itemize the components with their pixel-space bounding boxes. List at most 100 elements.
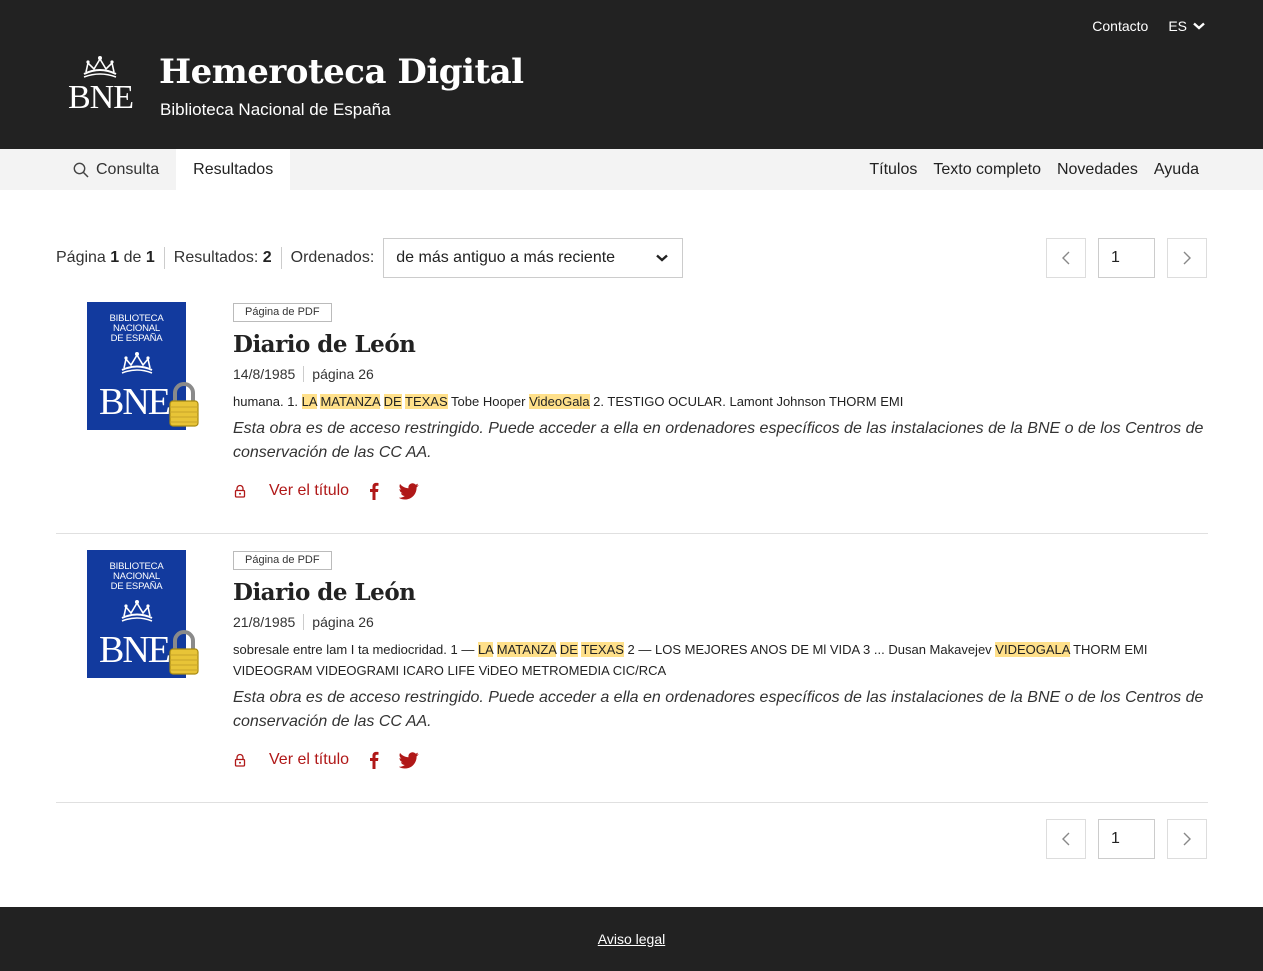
page-of-label: de [123, 249, 142, 266]
results-label: Resultados: [173, 249, 259, 266]
site-footer: Aviso legal [0, 907, 1263, 971]
nav-link-titulos[interactable]: Títulos [869, 161, 917, 179]
thumb-text: BIBLIOTECA NACIONAL DE ESPAÑA [109, 313, 164, 344]
view-title-link[interactable]: Ver el título [269, 482, 349, 500]
chevron-left-icon [1062, 832, 1070, 846]
result-date: 21/8/1985 [233, 614, 296, 630]
highlighted-term: TEXAS [581, 642, 624, 657]
highlighted-term: VideoGala [529, 394, 590, 409]
twitter-icon[interactable] [399, 482, 419, 500]
snippet-text: 2 — LOS MEJORES ANOS DE Ml VIDA 3 ... Du… [623, 642, 996, 657]
sort-label: Ordenados: [290, 249, 375, 266]
chevron-right-icon [1183, 251, 1191, 265]
sort-value: de más antiguo a más reciente [396, 249, 616, 266]
next-page-button[interactable] [1167, 819, 1207, 859]
page-label: Página [56, 249, 106, 266]
crown-icon [83, 56, 117, 78]
result-actions: Ver el título [233, 751, 1208, 769]
language-label: ES [1168, 18, 1187, 34]
result-actions: Ver el título [233, 482, 1208, 500]
result-meta: 21/8/1985 página 26 [233, 614, 1208, 630]
snippet-text: Tobe Hooper [447, 394, 530, 409]
highlighted-term: DE [383, 394, 402, 409]
pagination-top: 1 [1046, 238, 1207, 278]
thumb-logo: BNE [99, 629, 171, 671]
highlighted-term: MATANZA [496, 642, 557, 657]
highlighted-term: LA [301, 394, 317, 409]
nav-link-ayuda[interactable]: Ayuda [1154, 161, 1199, 179]
nav-link-novedades[interactable]: Novedades [1057, 161, 1138, 179]
pagination-bottom: 1 [1046, 819, 1207, 859]
chevron-down-icon [656, 254, 669, 262]
prev-page-button[interactable] [1046, 819, 1086, 859]
restricted-notice: Esta obra es de acceso restringido. Pued… [233, 689, 1204, 730]
contact-link[interactable]: Contacto [1092, 18, 1148, 34]
highlighted-term: VIDEOGALA [995, 642, 1070, 657]
thumb-text: BIBLIOTECA NACIONAL DE ESPAÑA [109, 561, 164, 592]
page-number-input[interactable]: 1 [1098, 238, 1155, 278]
crown-icon [121, 352, 153, 374]
language-selector[interactable]: ES [1168, 18, 1205, 34]
results-count: 2 [262, 249, 272, 266]
results-toolbar: Página 1 de 1 Resultados: 2 Ordenados: d… [56, 238, 684, 278]
facebook-icon[interactable] [369, 482, 379, 500]
tab-label: Consulta [96, 160, 160, 178]
result-divider [56, 802, 1208, 803]
snippet-text: humana. 1. [233, 394, 302, 409]
padlock-icon [169, 630, 199, 675]
lock-icon [234, 484, 246, 498]
site-header: Contacto ES BNE Hemeroteca Digital Bibli… [0, 0, 1263, 149]
result-title[interactable]: Diario de León [233, 579, 1208, 606]
site-subtitle: Biblioteca Nacional de España [160, 100, 391, 119]
top-links: Contacto ES [1092, 18, 1205, 34]
snippet-text: 2. TESTIGO OCULAR. Lamont Johnson THORM … [589, 394, 904, 409]
view-title-link[interactable]: Ver el título [269, 751, 349, 769]
result-snippet: humana. 1. LA MATANZA DE TEXAS Tobe Hoop… [233, 391, 1208, 412]
site-title[interactable]: Hemeroteca Digital [159, 52, 524, 92]
result-thumbnail[interactable]: BIBLIOTECA NACIONAL DE ESPAÑA BNE [87, 302, 199, 430]
result-divider [56, 533, 1208, 534]
chevron-right-icon [1183, 832, 1191, 846]
result-meta: 14/8/1985 página 26 [233, 366, 1208, 382]
divider [163, 247, 165, 269]
highlighted-term: TEXAS [405, 394, 448, 409]
lock-icon [234, 753, 246, 767]
result-snippet: sobresale entre lam I ta mediocridad. 1 … [233, 639, 1208, 681]
highlighted-term: LA [477, 642, 494, 657]
thumb-logo: BNE [99, 381, 171, 423]
result-thumbnail[interactable]: BIBLIOTECA NACIONAL DE ESPAÑA BNE [87, 550, 199, 678]
twitter-icon[interactable] [399, 751, 419, 769]
nav-link-texto-completo[interactable]: Texto completo [933, 161, 1041, 179]
result-content: Página de PDF Diario de León 21/8/1985 p… [233, 550, 1208, 769]
chevron-down-icon [1193, 22, 1205, 30]
highlighted-term: MATANZA [320, 394, 380, 409]
padlock-icon [169, 382, 199, 427]
result-page: página 26 [312, 366, 374, 382]
pdf-page-badge: Página de PDF [233, 551, 332, 570]
next-page-button[interactable] [1167, 238, 1207, 278]
page-number-input[interactable]: 1 [1098, 819, 1155, 859]
logo-text: BNE [68, 79, 134, 116]
tab-label: Resultados [193, 160, 274, 178]
divider [303, 366, 305, 382]
legal-notice-link[interactable]: Aviso legal [598, 931, 665, 947]
page-current: 1 [110, 249, 120, 266]
result-page: página 26 [312, 614, 374, 630]
page-total: 1 [145, 249, 155, 266]
divider [303, 614, 305, 630]
crown-icon [121, 600, 153, 622]
highlighted-term: DE [559, 642, 578, 657]
facebook-icon[interactable] [369, 751, 379, 769]
tab-resultados[interactable]: Resultados [176, 149, 291, 190]
snippet-text: sobresale entre lam I ta mediocridad. 1 … [233, 642, 478, 657]
restricted-notice: Esta obra es de acceso restringido. Pued… [233, 420, 1204, 461]
result-content: Página de PDF Diario de León 14/8/1985 p… [233, 302, 1208, 500]
result-title[interactable]: Diario de León [233, 331, 1208, 358]
sort-select[interactable]: de más antiguo a más reciente [383, 238, 684, 278]
bne-logo[interactable]: BNE [66, 54, 136, 116]
pdf-page-badge: Página de PDF [233, 303, 332, 322]
chevron-left-icon [1062, 251, 1070, 265]
result-date: 14/8/1985 [233, 366, 296, 382]
tab-consulta[interactable]: Consulta [56, 149, 176, 190]
prev-page-button[interactable] [1046, 238, 1086, 278]
